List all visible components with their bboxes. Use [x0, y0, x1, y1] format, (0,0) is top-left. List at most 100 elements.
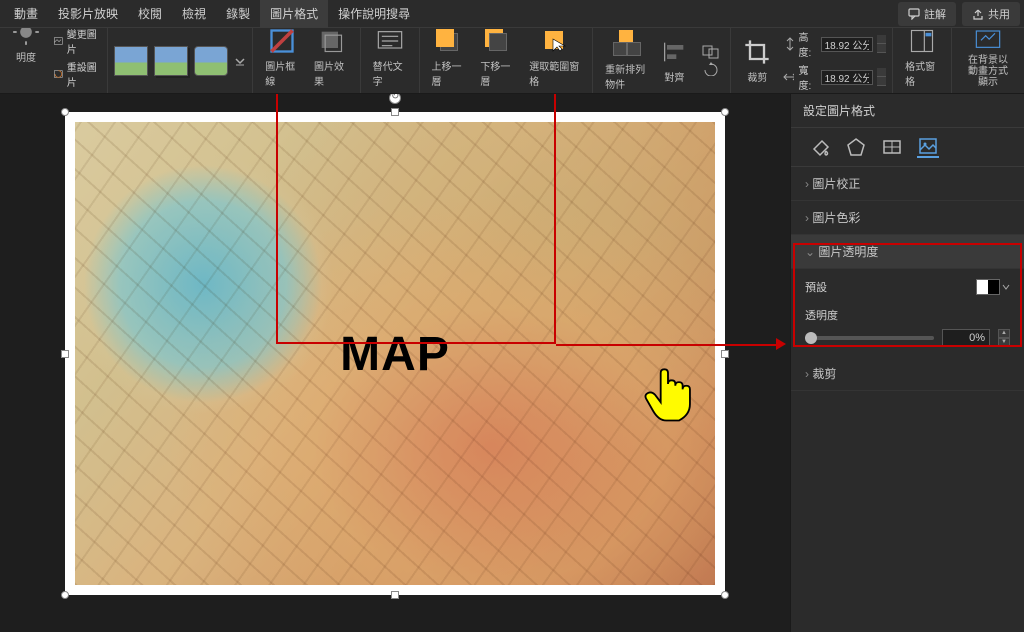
reorder-button[interactable]: 重新排列物件 [599, 28, 654, 93]
menu-item-view[interactable]: 檢視 [172, 0, 216, 28]
section-transparency[interactable]: 圖片透明度 [791, 235, 1024, 269]
handle-bc[interactable] [391, 591, 399, 599]
tab-picture[interactable] [917, 136, 939, 158]
width-spinner[interactable] [877, 68, 887, 86]
alttext-icon [376, 28, 404, 55]
alttext-group: 替代文字 [361, 28, 420, 93]
selection-pane-button[interactable]: 選取範圍窗格 [523, 28, 586, 90]
height-spinner[interactable] [877, 35, 887, 53]
bgshow-group: 在背景以動畫方式顯示 [952, 28, 1024, 93]
height-icon [783, 37, 794, 51]
transparency-body: 預設 透明度 ▲▼ [791, 269, 1024, 357]
bg-animate-button[interactable]: 在背景以動畫方式顯示 [958, 28, 1018, 90]
send-backward-button[interactable]: 下移一層 [474, 28, 520, 90]
share-button[interactable]: 共用 [962, 2, 1020, 26]
brightness-label: 明度 [16, 49, 36, 64]
menu-item-review[interactable]: 校閱 [128, 0, 172, 28]
rotate-handle[interactable] [389, 94, 401, 104]
tab-effects[interactable] [845, 136, 867, 158]
height-label: 高度: [798, 29, 816, 59]
brightness-button[interactable]: 明度 [6, 28, 46, 66]
alt-text-button[interactable]: 替代文字 [367, 28, 413, 90]
gallery-more-icon[interactable] [234, 47, 246, 75]
annotation-arrow-head [776, 338, 786, 350]
change-picture-button[interactable]: 變更圖片 [49, 28, 101, 57]
section-correction[interactable]: 圖片校正 [791, 167, 1024, 201]
align-button[interactable]: 對齊 [654, 36, 694, 86]
handle-mr[interactable] [721, 350, 729, 358]
transparency-slider-knob[interactable] [805, 332, 817, 344]
effects-icon [317, 28, 345, 55]
menu-item-record[interactable]: 錄製 [216, 0, 260, 28]
share-icon [972, 8, 984, 20]
handle-br[interactable] [721, 591, 729, 599]
menu-item-slideshow[interactable]: 投影片放映 [48, 0, 128, 28]
crop-button[interactable]: 裁剪 [737, 36, 777, 86]
comments-button[interactable]: 註解 [898, 2, 956, 26]
bring-forward-button[interactable]: 上移一層 [426, 28, 472, 90]
transparency-spinner[interactable]: ▲▼ [998, 329, 1010, 347]
comment-icon [908, 8, 920, 20]
forward-label: 上移一層 [432, 58, 466, 88]
crop-label: 裁剪 [747, 69, 767, 84]
align-label: 對齊 [664, 69, 684, 84]
section-color[interactable]: 圖片色彩 [791, 201, 1024, 235]
menu-item-picture-format[interactable]: 圖片格式 [260, 0, 328, 28]
preset-dropdown-icon[interactable] [1002, 280, 1010, 294]
menu-item-help-search[interactable]: 操作說明搜尋 [328, 0, 420, 28]
ribbon: 明度 壓縮圖片 變更圖片 重設圖片 圖片框線 圖片效果 [0, 28, 1024, 94]
crop-icon [743, 38, 771, 66]
tab-size[interactable] [881, 136, 903, 158]
border-icon [268, 28, 296, 55]
group-button[interactable] [698, 44, 724, 60]
picture-style-3[interactable] [194, 46, 228, 76]
picture-effects-button[interactable]: 圖片效果 [308, 28, 354, 90]
size-icon [882, 137, 902, 157]
handle-bl[interactable] [61, 591, 69, 599]
transparency-value-input[interactable] [942, 329, 990, 347]
preset-thumbnail[interactable] [976, 279, 1000, 295]
width-icon [783, 70, 794, 84]
brightness-icon [12, 28, 40, 46]
slide[interactable]: MAP [65, 112, 725, 595]
paint-bucket-icon [810, 137, 830, 157]
section-crop[interactable]: 裁剪 [791, 357, 1024, 391]
menu-bar: 動畫 投影片放映 校閱 檢視 錄製 圖片格式 操作說明搜尋 註解 共用 [0, 0, 1024, 28]
transparency-label: 透明度 [805, 307, 838, 323]
reorder-icon [613, 30, 641, 58]
width-label: 寬度: [798, 62, 816, 92]
group-icon [702, 45, 720, 59]
map-label-text: MAP [340, 327, 450, 382]
backward-icon [483, 28, 511, 55]
crop-size-group: 裁剪 高度: 寬度: [731, 28, 893, 93]
handle-tc[interactable] [391, 108, 399, 116]
preset-label: 預設 [805, 279, 827, 295]
rotate-button[interactable] [698, 61, 724, 77]
height-input[interactable] [821, 37, 873, 52]
picture-style-1[interactable] [114, 46, 148, 76]
transparency-slider[interactable] [805, 336, 934, 340]
align-icon [660, 38, 688, 66]
format-pane-label: 格式窗格 [905, 58, 939, 88]
handle-tr[interactable] [721, 108, 729, 116]
format-pane-button[interactable]: 格式窗格 [899, 28, 945, 90]
handle-ml[interactable] [61, 350, 69, 358]
selection-pane-icon [541, 28, 569, 55]
bg-animate-icon [974, 28, 1002, 52]
tab-fill[interactable] [809, 136, 831, 158]
handle-tl[interactable] [61, 108, 69, 116]
panel-tabs [791, 128, 1024, 167]
picture-border-button[interactable]: 圖片框線 [259, 28, 305, 90]
reorder-align-group: 重新排列物件 對齊 [593, 28, 731, 93]
picture-icon [918, 136, 938, 156]
pentagon-icon [846, 137, 866, 157]
reorder-label: 重新排列物件 [605, 61, 648, 91]
menu-item-transition[interactable]: 動畫 [4, 0, 48, 28]
format-pane-icon [908, 28, 936, 55]
canvas-area[interactable]: MAP [0, 94, 790, 632]
change-picture-icon [53, 34, 64, 48]
reset-picture-button[interactable]: 重設圖片 [49, 58, 101, 90]
adjust-group: 明度 壓縮圖片 變更圖片 重設圖片 [0, 28, 108, 93]
width-input[interactable] [821, 70, 873, 85]
picture-style-2[interactable] [154, 46, 188, 76]
